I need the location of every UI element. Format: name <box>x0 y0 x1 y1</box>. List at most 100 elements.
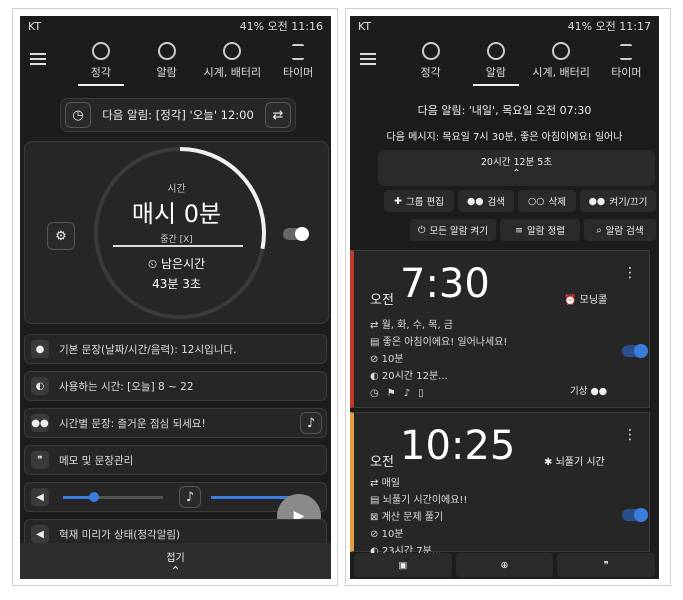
music-volume-slider[interactable] <box>211 495 291 499</box>
list-item[interactable]: ● 기본 문장(날짜/시간/음력): 12시입니다. <box>24 334 327 364</box>
person-add-icon: ✚ <box>394 195 402 207</box>
battery: 41% <box>567 20 593 33</box>
group-toggle-button[interactable]: ●● 켜기/끄기 <box>580 190 656 212</box>
alarm-icon <box>157 42 176 60</box>
tab-bar: 정각 알람 시계, 배터리 타이머 <box>20 36 331 86</box>
collapse-bar[interactable]: 접기 ⌃ <box>20 543 331 579</box>
clock-plus-icon <box>91 42 110 60</box>
list-item[interactable]: ●● 시간별 문장: 즐거운 점심 되세요! ♪ <box>24 408 327 438</box>
calendar-button[interactable]: ▣ <box>354 553 452 577</box>
next-alarm-text: 다음 알림: '내일', 목요일 오전 07:30 <box>417 104 592 117</box>
half-circle-icon: ◐ <box>370 371 379 382</box>
more-vert-icon[interactable]: ⋮ <box>623 265 637 281</box>
tab-bar: 정각 알람 시계, 배터리 타이머 <box>350 36 659 86</box>
next-alarm-bar: ◷ 다음 알림: [정각] '오늘' 12:00 ⇄ <box>60 98 296 132</box>
remain-text: 20시간 12분 5초 <box>480 157 553 168</box>
remain-bar[interactable]: 20시간 12분 5초 ⌃ <box>378 150 655 186</box>
alarm-card[interactable]: 오전 10:25 ⋮ ✱ 뇌풀기 시간 ⇄ 매일 ▤ 뇌풀기 시간이에요!! ⊠… <box>350 412 650 557</box>
tab-clock-battery[interactable]: 시계, 배터리 <box>529 42 594 86</box>
timer-icon: ⏲ <box>147 257 158 271</box>
dial-caption: 시간 <box>167 184 186 195</box>
alarm-card[interactable]: 오전 7:30 ⋮ ⏰ 모닝콜 ⇄ 월, 화, 수, 목, 금 ▤ 좋은 아침이… <box>350 250 650 408</box>
time: 11:16 <box>291 20 323 33</box>
group-search-button[interactable]: ●● 검색 <box>458 190 514 212</box>
carrier: KT <box>28 19 42 33</box>
alarm-clock-icon: ⏰ <box>564 295 577 306</box>
menu-icon[interactable] <box>360 50 376 68</box>
mission-icon: ⊠ <box>370 512 379 523</box>
tab-timer[interactable]: 타이머 <box>265 44 331 86</box>
enable-all-alarms-button[interactable]: ⏻ 모든 알람 켜기 <box>410 219 496 241</box>
clock-icon: ◷ <box>370 388 387 399</box>
sort-alarms-button[interactable]: ≡ 알람 정렬 <box>500 219 580 241</box>
list-item[interactable]: ❞ 메모 및 문장관리 <box>24 445 327 475</box>
alarm-remain: 20시간 12분... <box>381 371 448 382</box>
quote-icon: ❞ <box>31 451 49 469</box>
group-delete-button[interactable]: ○○ 삭제 <box>518 190 576 212</box>
next-alarm-text: 다음 알림: [정각] '오늘' 12:00 <box>102 108 254 122</box>
battery: 41% <box>239 20 265 33</box>
tab-clock-battery[interactable]: 시계, 배터리 <box>200 42 266 86</box>
dial-divider <box>113 245 243 247</box>
remain-label: 남은시간 <box>161 257 206 271</box>
alarm-message: 뇌풀기 시간이에요!! <box>382 495 468 506</box>
person-icon: ● <box>31 340 49 358</box>
add-alarm-button[interactable]: ⊕ <box>455 553 554 577</box>
status-bar: KT 41% 오전 11:16 <box>20 16 331 36</box>
group-icon: ●● <box>590 386 608 397</box>
alarm-time: 7:30 <box>400 261 490 307</box>
clock-icon[interactable]: ◷ <box>65 102 91 128</box>
alarm-snooze: 10분 <box>381 354 404 365</box>
music-note-icon[interactable]: ♪ <box>179 486 201 508</box>
alarm-days: 월, 화, 수, 목, 금 <box>381 320 454 331</box>
next-message-text: 다음 메시지: 목요일 7시 30분, 좋은 아침이에요! 일어나 <box>386 132 623 143</box>
clock-icon <box>223 42 242 60</box>
search-icon: ⌕ <box>596 224 602 236</box>
alarm-ampm: 오전 <box>370 293 394 308</box>
right-screen: KT 41% 오전 11:17 정각 알람 시계, 배터리 타이머 다음 알림:… <box>350 16 659 579</box>
collapse-label: 접기 <box>166 553 185 564</box>
alarm-days: 매일 <box>381 478 400 489</box>
left-screen: KT 41% 오전 11:16 정각 알람 시계, 배터리 타이머 ◷ 다음 알… <box>20 16 331 579</box>
bottom-bar: ▣ ⊕ ❞ <box>350 553 659 579</box>
speaker-icon: ◀ <box>31 488 49 506</box>
tab-hourly[interactable]: 정각 <box>68 42 134 86</box>
alarm-ampm: 오전 <box>370 455 394 470</box>
list-item[interactable]: ◐ 사용하는 시간: [오늘] 8 ~ 22 <box>24 371 327 401</box>
alarm-label: 뇌풀기 시간 <box>555 457 605 468</box>
group-edit-button[interactable]: ✚ 그룹 편집 <box>384 190 454 212</box>
sort-icon: ≡ <box>515 224 523 236</box>
alarm-label: 모닝콜 <box>579 295 608 306</box>
hourglass-icon <box>620 44 633 60</box>
quote-button[interactable]: ❞ <box>557 553 656 577</box>
snooze-icon: ⊘ <box>370 529 379 540</box>
tab-alarm[interactable]: 알람 <box>463 42 528 86</box>
alarm-toggle[interactable] <box>622 508 648 522</box>
chevron-up-icon: ⌃ <box>512 168 521 179</box>
quote-icon: ❞ <box>603 559 609 571</box>
search-alarms-button[interactable]: ⌕ 알람 검색 <box>584 219 656 241</box>
hourly-toggle[interactable] <box>283 227 309 241</box>
alarm-icon <box>486 42 505 60</box>
tab-alarm[interactable]: 알람 <box>134 42 200 86</box>
menu-icon[interactable] <box>30 50 46 68</box>
clock-plus-icon <box>421 42 440 60</box>
group-icon: ●● <box>588 195 606 207</box>
alarm-time: 10:25 <box>400 423 516 469</box>
volume-slider[interactable] <box>63 491 163 502</box>
ampm: 오전 <box>267 20 288 33</box>
status-bar: KT 41% 오전 11:17 <box>350 16 659 36</box>
tab-timer[interactable]: 타이머 <box>594 44 659 86</box>
half-circle-icon: ◐ <box>31 377 49 395</box>
repeat-icon: ⇄ <box>370 478 379 489</box>
group-icon: ●● <box>466 195 484 207</box>
message-icon: ▤ <box>370 495 380 506</box>
ampm: 오전 <box>595 20 616 33</box>
more-vert-icon[interactable]: ⋮ <box>623 427 637 443</box>
alarm-snooze: 10분 <box>381 529 404 540</box>
music-note-icon[interactable]: ♪ <box>300 412 322 434</box>
group-outline-icon: ○○ <box>527 195 545 207</box>
tab-hourly[interactable]: 정각 <box>398 42 463 86</box>
swap-icon[interactable]: ⇄ <box>264 102 291 128</box>
alarm-toggle[interactable] <box>622 344 648 358</box>
